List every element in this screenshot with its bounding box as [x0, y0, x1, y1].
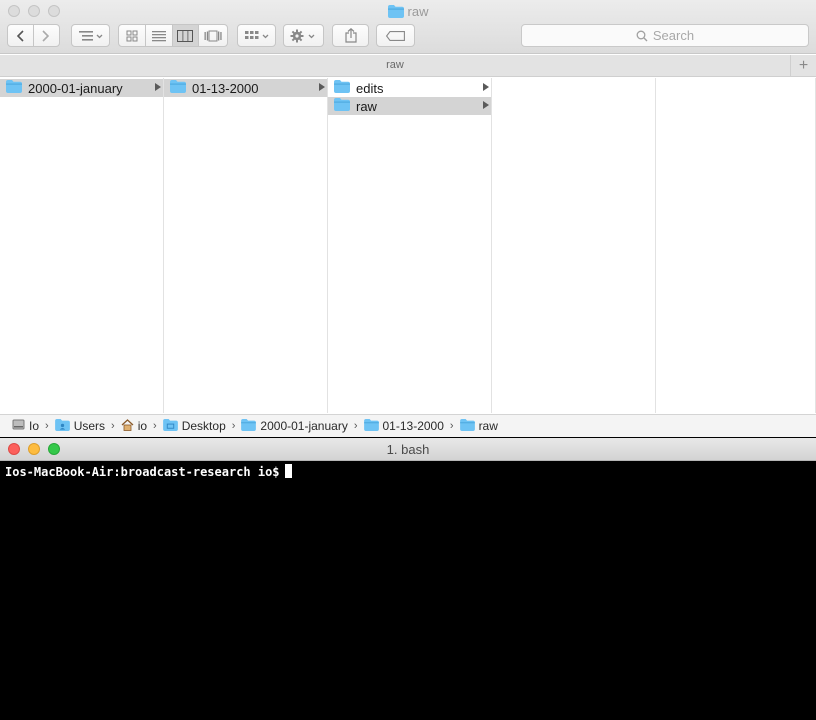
back-button[interactable]: [8, 25, 34, 46]
path-crumb[interactable]: Io: [12, 418, 39, 434]
grid-icon: [126, 30, 138, 41]
forward-button[interactable]: [34, 25, 59, 46]
folder-icon: [334, 98, 350, 114]
chevron-separator-icon: ›: [153, 420, 157, 432]
text-cursor: [284, 464, 292, 478]
terminal-output[interactable]: Ios-MacBook-Air:broadcast-research io$: [5, 464, 292, 479]
search-field[interactable]: Search: [521, 24, 809, 47]
group-list-icon: [78, 30, 102, 41]
folder-row-01-13-2000[interactable]: 01-13-2000: [164, 79, 327, 97]
browser-column-2: 01-13-2000: [164, 78, 328, 413]
column-browser: 2000-01-january 01-13-2000 edits raw: [0, 78, 816, 413]
path-crumb-label: io: [137, 419, 148, 433]
browser-column-5: [656, 78, 816, 413]
search-placeholder: Search: [652, 28, 695, 43]
folder-row-edits[interactable]: edits: [328, 79, 491, 97]
terminal-window: 1. bash Ios-MacBook-Air:broadcast-resear…: [0, 438, 816, 720]
window-title-text: raw: [407, 4, 429, 19]
tag-icon: [385, 30, 405, 41]
terminal-titlebar: 1. bash: [0, 438, 816, 461]
finder-window: raw Search raw + 2000-01-january 01-13-2…: [0, 0, 816, 437]
chevron-separator-icon: ›: [353, 420, 358, 432]
path-crumb[interactable]: io: [121, 418, 148, 434]
share-icon: [344, 28, 357, 43]
cover-flow-icon: [204, 30, 222, 41]
gallery-view-button[interactable]: [199, 25, 227, 46]
gear-icon: [290, 29, 314, 42]
view-mode-group: [118, 24, 228, 47]
browser-column-3: edits raw: [328, 78, 492, 413]
path-crumb-label: 2000-01-january: [260, 419, 348, 433]
path-bar: Io › Users › io › Desktop › 2000-01-january › 01-1…: [0, 414, 816, 437]
folder-icon: [459, 418, 475, 434]
folder-row-raw[interactable]: raw: [328, 97, 491, 115]
search-icon: [636, 30, 648, 41]
path-crumb-label: Io: [29, 419, 40, 433]
home-icon: [121, 418, 134, 434]
shell-prompt: Ios-MacBook-Air:broadcast-research io$: [5, 465, 280, 479]
path-crumb[interactable]: 2000-01-january: [241, 418, 348, 434]
chevron-separator-icon: ›: [45, 420, 49, 432]
hard-drive-icon: [12, 418, 25, 434]
group-by-button[interactable]: [71, 24, 110, 47]
path-crumb[interactable]: raw: [459, 418, 498, 434]
folder-icon: [241, 418, 257, 434]
folder-icon: [387, 5, 404, 21]
browser-column-1: 2000-01-january: [0, 78, 164, 413]
column-view-button[interactable]: [172, 25, 200, 46]
disclosure-arrow-icon: [319, 83, 325, 91]
path-crumb-label: raw: [478, 419, 498, 433]
disclosure-arrow-icon: [483, 101, 489, 109]
folder-icon: [334, 80, 350, 96]
path-crumb-label: Users: [73, 419, 106, 433]
icon-view-button[interactable]: [119, 25, 146, 46]
chevron-separator-icon: ›: [231, 420, 236, 432]
folder-name: edits: [356, 80, 384, 96]
path-crumb[interactable]: Desktop: [162, 418, 226, 434]
folder-icon: [6, 80, 22, 96]
new-tab-button[interactable]: +: [790, 55, 816, 77]
folder-icon: [170, 80, 186, 96]
path-crumb[interactable]: 01-13-2000: [363, 418, 444, 434]
arrange-button[interactable]: [237, 24, 276, 47]
path-crumb[interactable]: Users: [54, 418, 106, 434]
action-menu-button[interactable]: [283, 24, 324, 47]
path-crumb-label: 01-13-2000: [382, 419, 444, 433]
list-view-button[interactable]: [146, 25, 173, 46]
folder-name: raw: [356, 98, 377, 114]
chevron-right-icon: [42, 29, 50, 42]
folder-icon: [363, 418, 379, 434]
folder-name: 2000-01-january: [28, 80, 123, 96]
window-title: raw: [0, 4, 816, 21]
tab-raw[interactable]: raw: [0, 59, 790, 71]
folder-row-2000-01-january[interactable]: 2000-01-january: [0, 79, 163, 97]
back-forward-group: [7, 24, 60, 47]
disclosure-arrow-icon: [483, 83, 489, 91]
chevron-separator-icon: ›: [111, 420, 115, 432]
tab-bar: raw +: [0, 55, 816, 77]
arrange-grid-icon: [244, 30, 268, 39]
edit-tags-button[interactable]: [376, 24, 415, 47]
disclosure-arrow-icon: [155, 83, 161, 91]
chevron-left-icon: [17, 29, 24, 42]
share-button[interactable]: [332, 24, 369, 47]
chevron-separator-icon: ›: [449, 420, 454, 432]
users-folder-icon: [54, 418, 70, 434]
desktop-folder-icon: [162, 418, 178, 434]
columns-icon: [177, 29, 194, 42]
folder-name: 01-13-2000: [192, 80, 259, 96]
terminal-title: 1. bash: [386, 442, 430, 457]
path-crumb-label: Desktop: [181, 419, 226, 433]
list-icon: [151, 30, 166, 41]
finder-titlebar: raw Search: [0, 0, 816, 54]
browser-column-4: [492, 78, 656, 413]
